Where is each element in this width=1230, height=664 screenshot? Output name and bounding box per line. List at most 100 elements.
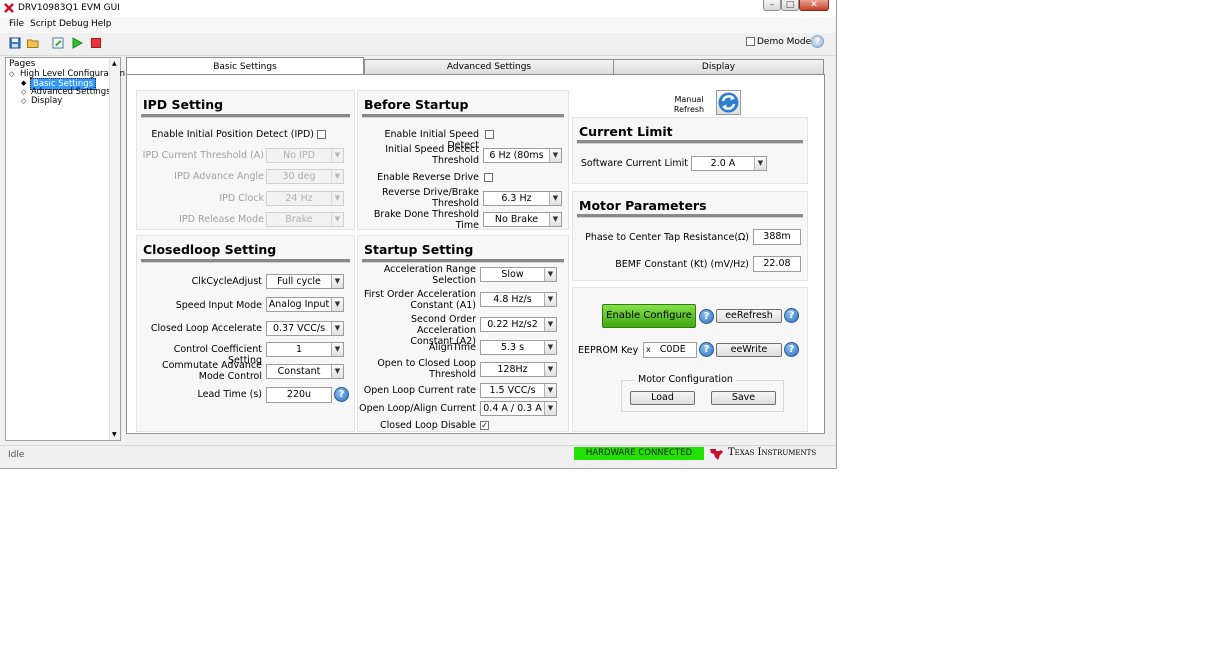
chevron-down-icon: ▼ <box>331 343 343 356</box>
edit-script-icon[interactable] <box>52 37 64 49</box>
save-button[interactable]: Save <box>711 391 776 405</box>
ti-logo-icon <box>708 446 724 462</box>
tab-basic-settings[interactable]: Basic Settings <box>126 57 364 75</box>
ee-write-button[interactable]: eeWrite <box>716 343 782 357</box>
phase-resistance-label: Phase to Center Tap Resistance(Ω) <box>585 232 749 243</box>
ipd-clock-label: IPD Clock <box>219 193 264 204</box>
content-area: Basic Settings Advanced Settings Display… <box>125 57 827 441</box>
chevron-down-icon: ▼ <box>544 402 556 415</box>
load-button[interactable]: Load <box>630 391 695 405</box>
reverse-threshold-dropdown[interactable]: 6.3 Hz ▼ <box>483 191 562 206</box>
enable-isd-checkbox[interactable] <box>485 130 494 139</box>
second-order-accel-dropdown[interactable]: 0.22 Hz/s2 ▼ <box>480 317 557 332</box>
brake-done-dropdown[interactable]: No Brake ▼ <box>483 212 562 227</box>
run-icon[interactable] <box>71 37 84 49</box>
demo-mode-checkbox[interactable] <box>746 37 755 46</box>
chevron-down-icon: ▼ <box>544 384 556 397</box>
save-icon[interactable] <box>9 37 21 49</box>
chevron-down-icon: ▼ <box>544 363 556 376</box>
open-loop-align-current-label: Open Loop/Align Current <box>359 403 476 414</box>
speed-input-mode-dropdown[interactable]: Analog Input ▼ <box>266 297 344 312</box>
chevron-down-icon: ▼ <box>331 322 343 335</box>
bemf-constant-input[interactable]: 22.08 <box>753 256 801 272</box>
commutate-advance-dropdown[interactable]: Constant ▼ <box>266 364 344 379</box>
chevron-down-icon: ▼ <box>331 170 343 183</box>
stop-icon[interactable] <box>90 37 102 49</box>
help-icon[interactable]: ? <box>699 309 714 324</box>
accel-range-dropdown[interactable]: Slow ▼ <box>480 267 557 282</box>
open-loop-current-rate-label: Open Loop Current rate <box>363 385 476 396</box>
scroll-down-icon[interactable]: ▼ <box>112 431 117 438</box>
toolbar: Demo Mode ? <box>0 33 836 56</box>
title-bar: DRV10983Q1 EVM GUI – □ ✕ <box>0 0 836 17</box>
menu-script[interactable]: Script <box>30 19 56 29</box>
align-time-dropdown[interactable]: 5.3 s ▼ <box>480 340 557 355</box>
pages-title: Pages <box>9 59 36 69</box>
control-coefficient-dropdown[interactable]: 1 ▼ <box>266 342 344 357</box>
first-order-accel-dropdown[interactable]: 4.8 Hz/s ▼ <box>480 292 557 307</box>
phase-resistance-input[interactable]: 388m <box>753 229 801 245</box>
enable-reverse-checkbox[interactable] <box>484 173 493 182</box>
menu-file[interactable]: File <box>9 19 24 29</box>
app-logo-icon <box>4 3 14 13</box>
ee-refresh-button[interactable]: eeRefresh <box>716 309 782 323</box>
eeprom-key-value: C0DE <box>659 344 686 355</box>
motor-parameters-title: Motor Parameters <box>579 198 707 213</box>
help-icon[interactable]: ? <box>784 342 799 357</box>
bemf-constant-label: BEMF Constant (Kt) (mV/Hz) <box>615 259 749 270</box>
open-to-closed-threshold-dropdown[interactable]: 128Hz ▼ <box>480 362 557 377</box>
ipd-setting-title: IPD Setting <box>143 97 224 112</box>
pages-scrollbar[interactable]: ▲ ▼ <box>109 58 120 440</box>
ipd-enable-checkbox[interactable] <box>317 130 326 139</box>
help-icon[interactable]: ? <box>334 387 349 402</box>
lead-time-input[interactable]: 220u <box>266 387 332 403</box>
enable-configure-button[interactable]: Enable Configure <box>602 304 696 328</box>
isd-threshold-dropdown[interactable]: 6 Hz (80ms ▼ <box>483 148 562 163</box>
ipd-advance-angle-dropdown: 30 deg ▼ <box>266 169 344 184</box>
minimize-button[interactable]: – <box>763 0 781 11</box>
help-icon[interactable]: ? <box>699 342 714 357</box>
menu-debug[interactable]: Debug <box>59 19 89 29</box>
motor-configuration-title: Motor Configuration <box>635 374 736 385</box>
group-divider <box>141 114 350 118</box>
eeprom-key-input[interactable]: x C0DE <box>643 342 697 358</box>
closed-loop-accelerate-dropdown[interactable]: 0.37 VCC/s ▼ <box>266 321 344 336</box>
tab-display[interactable]: Display <box>613 59 824 75</box>
help-icon[interactable]: ? <box>784 308 799 323</box>
speed-input-mode-label: Speed Input Mode <box>175 300 262 311</box>
ipd-clock-dropdown: 24 Hz ▼ <box>266 191 344 206</box>
app-window: DRV10983Q1 EVM GUI – □ ✕ File Script Deb… <box>0 0 837 469</box>
tree-bullet-icon: ◆ <box>21 79 27 87</box>
chevron-down-icon: ▼ <box>544 293 556 306</box>
open-loop-align-current-dropdown[interactable]: 0.4 A / 0.3 A ▼ <box>480 401 557 416</box>
closed-loop-accelerate-label: Closed Loop Accelerate <box>150 323 262 334</box>
clk-cycle-adjust-dropdown[interactable]: Full cycle ▼ <box>266 274 344 289</box>
eeprom-key-label: EEPROM Key <box>578 345 639 356</box>
group-divider <box>362 259 564 263</box>
startup-setting-group: Startup Setting Acceleration Range Select… <box>357 235 569 432</box>
open-loop-current-rate-dropdown[interactable]: 1.5 VCC/s ▼ <box>480 383 557 398</box>
ipd-setting-group: IPD Setting Enable Initial Position Dete… <box>136 90 355 230</box>
help-icon[interactable]: ? <box>811 35 824 48</box>
menu-help[interactable]: Help <box>91 19 112 29</box>
group-divider <box>141 259 350 263</box>
current-limit-title: Current Limit <box>579 124 673 139</box>
software-current-limit-dropdown[interactable]: 2.0 A ▼ <box>691 156 767 171</box>
open-folder-icon[interactable] <box>27 37 39 49</box>
close-button[interactable]: ✕ <box>799 0 829 11</box>
brake-done-label: Brake Done Threshold Time <box>373 209 479 231</box>
tree-expander-icon[interactable]: ◇ <box>9 70 14 78</box>
ipd-enable-label: Enable Initial Position Detect (IPD) <box>151 129 314 140</box>
brand-name: Texas Instruments <box>728 447 817 458</box>
tab-advanced-settings[interactable]: Advanced Settings <box>364 59 614 75</box>
demo-mode-label: Demo Mode <box>757 37 812 47</box>
lead-time-label: Lead Time (s) <box>197 389 262 400</box>
scroll-up-icon[interactable]: ▲ <box>112 60 117 67</box>
hardware-connected-badge: HARDWARE CONNECTED <box>574 447 704 460</box>
tree-item-display[interactable]: Display <box>31 96 62 106</box>
closed-loop-disable-checkbox[interactable]: ✓ <box>480 421 489 430</box>
maximize-button[interactable]: □ <box>781 0 799 11</box>
tree-bullet-icon: ◇ <box>21 88 27 96</box>
refresh-button[interactable] <box>716 90 741 115</box>
chevron-down-icon: ▼ <box>549 149 561 162</box>
